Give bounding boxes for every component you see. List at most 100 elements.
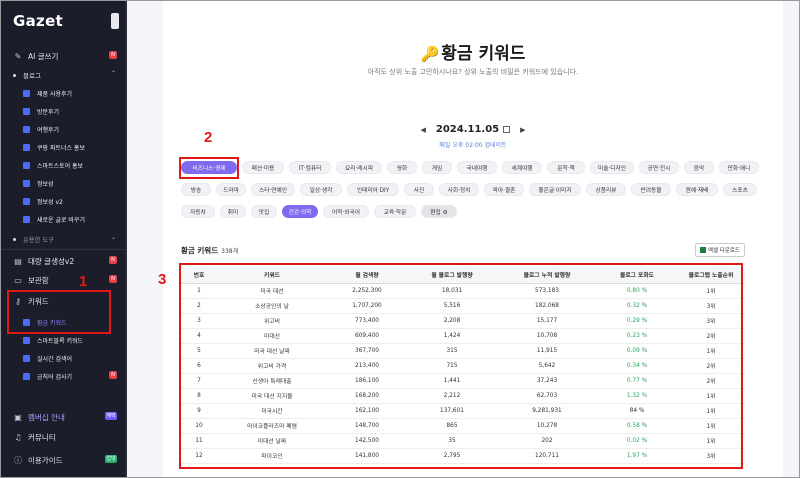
bell-icon: ♫ <box>14 432 22 442</box>
new-badge: N <box>109 275 117 283</box>
sidebar-item-travel-review[interactable]: 여행후기 <box>1 121 125 137</box>
annotation-box-1 <box>7 290 111 334</box>
category-chip[interactable]: 영화 <box>387 161 417 174</box>
sidebar-item-bulk[interactable]: ▤ 대량 글생성v2 N <box>1 253 125 269</box>
update-note: 매일 오후 02:00 업데이트 <box>439 142 507 149</box>
next-date-button[interactable]: ▶ <box>520 126 525 134</box>
benefit-badge: 혜택 <box>105 412 117 420</box>
list-title: 황금 키워드 338개 <box>181 246 239 255</box>
category-chip[interactable]: 음악 <box>684 161 714 174</box>
sidebar-item-guide[interactable]: ⓘ 이용가이드 업뎃 <box>1 452 125 468</box>
help-icon: ⓘ <box>14 455 22 465</box>
membership-icon: ▣ <box>14 412 22 422</box>
doc-icon <box>23 107 30 115</box>
chevron-down-icon: ⌄ <box>110 234 116 241</box>
doc-icon <box>23 215 30 223</box>
doc-icon <box>23 372 30 380</box>
sidebar-item-storage[interactable]: ▭ 보관함 N <box>1 272 125 288</box>
category-chip[interactable]: 국내여행 <box>457 161 497 174</box>
sidebar-item-smartstore-promo[interactable]: 스마트스토어 홍보 <box>1 157 125 173</box>
category-chip[interactable]: 드라마 <box>216 183 246 196</box>
sidebar-item-membership[interactable]: ▣ 멤버십 안내 혜택 <box>1 409 125 425</box>
sidebar-collapse-button[interactable] <box>111 13 119 29</box>
category-chip[interactable]: 일상·생각 <box>300 183 342 196</box>
date-value: 2024.11.05 <box>435 124 500 135</box>
doc-icon <box>23 354 30 362</box>
category-chip[interactable]: IT·컴퓨터 <box>289 161 331 174</box>
category-chip[interactable]: 상품리뷰 <box>586 183 626 196</box>
sidebar-item-banned-words[interactable]: 금칙어 검사기 N <box>1 368 125 384</box>
doc-icon <box>23 89 30 97</box>
category-chip[interactable]: 맛집 <box>251 205 277 218</box>
folder-icon: ▭ <box>14 275 22 285</box>
category-chip[interactable]: 인테리어·DIY <box>347 183 399 196</box>
annotation-box-2 <box>179 157 239 179</box>
sidebar-item-blog[interactable]: 블로그 ⌃ <box>1 67 125 83</box>
category-chip[interactable]: 사진 <box>404 183 434 196</box>
category-chip[interactable]: 세계여행 <box>502 161 542 174</box>
category-chip[interactable]: 교육·학문 <box>374 205 416 218</box>
sidebar-item-smartblock-keyword[interactable]: 스마트블록 키워드 <box>1 332 125 348</box>
annotation-label-3: 3 <box>158 271 167 288</box>
category-chip[interactable]: 사회·정치 <box>439 183 479 196</box>
pen-icon: ✎ <box>14 51 22 61</box>
category-chip[interactable]: 반려동물 <box>631 183 671 196</box>
category-chip[interactable]: 요리·레시피 <box>336 161 382 174</box>
annotation-box-3 <box>179 263 743 469</box>
sidebar: Gazet ✎ AI 글쓰기 N 블로그 ⌃ 제품 사용후기 방문후기 여행후기 쿠팡… <box>1 1 125 477</box>
doc-icon <box>23 179 30 187</box>
calendar-icon[interactable] <box>503 126 511 133</box>
sidebar-item-realtime[interactable]: 실시간 검색어 <box>1 350 125 366</box>
category-chip[interactable]: 편집 ⚙ <box>421 205 457 218</box>
keyword-count: 338개 <box>221 248 239 255</box>
page-title: 🔑 황금 키워드 <box>420 44 526 64</box>
sidebar-item-product-review[interactable]: 제품 사용후기 <box>1 85 125 101</box>
layers-icon: ▤ <box>14 256 22 266</box>
category-chip[interactable]: 방송 <box>181 183 211 196</box>
category-chip[interactable]: 패션·미용 <box>242 161 284 174</box>
category-chip[interactable]: 게임 <box>422 161 452 174</box>
divider <box>1 249 125 250</box>
page-subtitle: 아직도 상위 노출 고민하시나요? 상위 노출의 비밀은 키워드에 있습니다. <box>367 68 579 76</box>
sidebar-item-coupang-promo[interactable]: 쿠팡 파트너스 홍보 <box>1 139 125 155</box>
sidebar-item-tools[interactable]: 유용한 도구 ⌄ <box>1 231 125 247</box>
category-chip[interactable]: 미술·디자인 <box>590 161 634 174</box>
sidebar-item-info[interactable]: 정보성 <box>1 175 125 191</box>
doc-icon <box>23 161 30 169</box>
doc-icon <box>23 336 30 344</box>
category-chip[interactable]: 취미 <box>220 205 246 218</box>
category-chip[interactable]: 스포츠 <box>723 183 757 196</box>
sidebar-item-visit-review[interactable]: 방문후기 <box>1 103 125 119</box>
category-chip[interactable]: 문학·책 <box>547 161 585 174</box>
sidebar-item-rewrite[interactable]: 새로운 글로 바꾸기 <box>1 211 125 227</box>
app-frame: Gazet ✎ AI 글쓰기 N 블로그 ⌃ 제품 사용후기 방문후기 여행후기 쿠팡… <box>0 0 800 478</box>
logo: Gazet <box>13 12 64 30</box>
doc-icon <box>23 125 30 133</box>
category-chip[interactable]: 자동차 <box>181 205 215 218</box>
excel-download-button[interactable]: 엑셀 다운로드 <box>695 243 745 257</box>
sidebar-item-community[interactable]: ♫ 커뮤니티 <box>1 429 125 445</box>
doc-icon <box>23 143 30 151</box>
chevron-up-icon: ⌃ <box>110 70 116 77</box>
category-chip[interactable]: 건강·의학 <box>282 205 318 218</box>
bullet-icon <box>13 73 16 77</box>
category-chip[interactable]: 좋은글·이미지 <box>529 183 581 196</box>
excel-icon <box>699 247 706 253</box>
sidebar-item-ai-writing[interactable]: ✎ AI 글쓰기 N <box>1 48 125 64</box>
prev-date-button[interactable]: ◀ <box>420 126 425 134</box>
new-badge: N <box>109 371 117 379</box>
annotation-label-1: 1 <box>79 273 88 290</box>
key-icon: 🔑 <box>420 45 440 63</box>
bullet-icon <box>13 237 16 241</box>
new-badge: N <box>109 51 117 59</box>
update-badge: 업뎃 <box>105 455 117 463</box>
sidebar-item-info-v2[interactable]: 정보성 v2 <box>1 193 125 209</box>
new-badge: N <box>109 256 117 264</box>
category-chip[interactable]: 육아·결혼 <box>484 183 524 196</box>
annotation-label-2: 2 <box>204 129 213 146</box>
category-chip[interactable]: 스타·연예인 <box>251 183 295 196</box>
category-chip[interactable]: 만화·애니 <box>719 161 759 174</box>
category-chip[interactable]: 어학·외국어 <box>323 205 369 218</box>
category-chip[interactable]: 공연·전시 <box>639 161 679 174</box>
category-chip[interactable]: 원예·재배 <box>676 183 718 196</box>
